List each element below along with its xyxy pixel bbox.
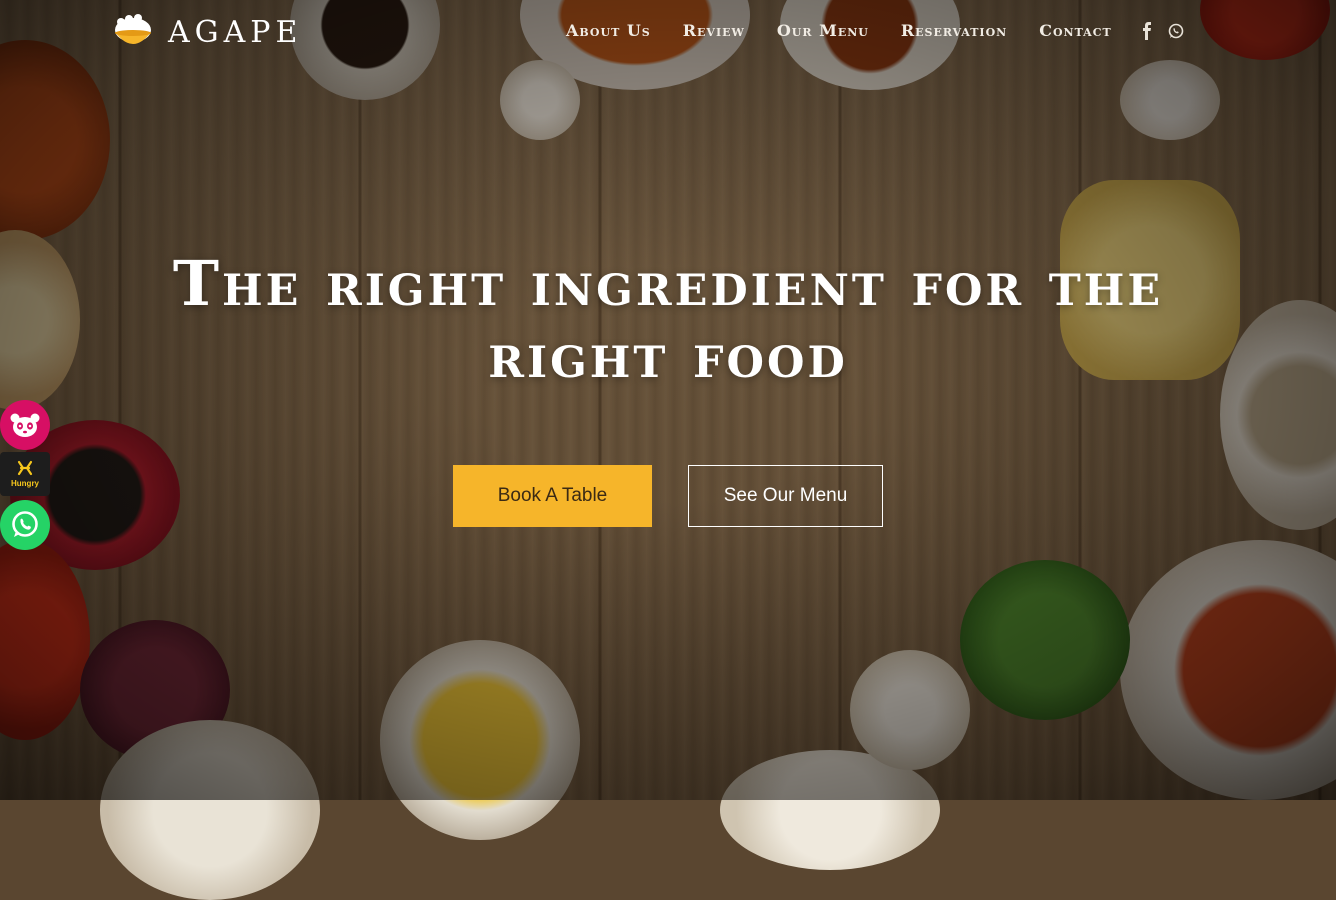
foodpanda-icon [10,413,40,437]
nav-reservation[interactable]: Reservation [901,18,1007,44]
whatsapp-icon [12,511,38,537]
hungry-label: Hungry [11,479,39,488]
whatsapp-icon[interactable] [1168,22,1183,40]
nav-about-us[interactable]: About Us [566,18,651,44]
facebook-icon[interactable] [1140,22,1154,40]
nav-contact[interactable]: Contact [1039,18,1111,44]
foodpanda-button[interactable] [0,400,50,450]
hero-title: The right ingredient for the right food [172,247,1164,392]
hungry-button[interactable]: Hungry [0,452,50,496]
brand-logo[interactable]: AGAPE [112,12,302,52]
vignette [0,0,1336,800]
social-links [1140,22,1183,40]
nav-our-menu[interactable]: Our Menu [777,18,869,44]
brand-name: AGAPE [168,14,303,50]
nav-review[interactable]: Review [683,18,745,44]
book-table-button[interactable]: Book A Table [453,465,652,527]
hungry-logo-icon [17,460,33,476]
main-nav: About Us Review Our Menu Reservation Con… [566,18,1183,44]
rice-bowl-icon [115,14,151,44]
see-menu-button[interactable]: See Our Menu [688,465,883,527]
whatsapp-button[interactable] [0,500,50,550]
